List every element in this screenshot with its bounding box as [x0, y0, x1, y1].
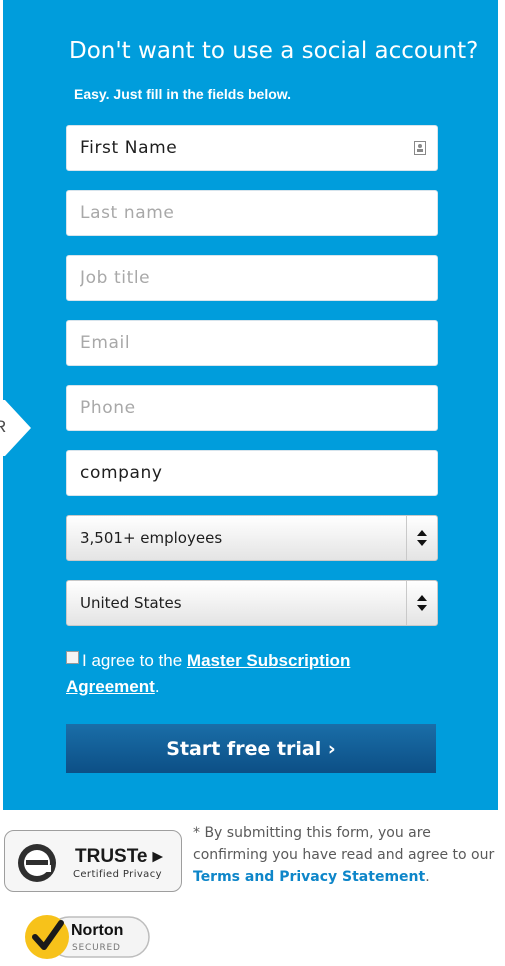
- agreement-prefix: I agree to the: [82, 651, 187, 670]
- select-arrows-icon: [406, 581, 437, 625]
- truste-badge[interactable]: TRUSTe ▸ Certified Privacy: [4, 830, 182, 892]
- form-subtitle: Easy. Just fill in the fields below.: [74, 86, 292, 102]
- start-free-trial-button[interactable]: Start free trial ›: [66, 724, 436, 773]
- terms-privacy-link[interactable]: Terms and Privacy Statement: [193, 869, 425, 885]
- truste-brand: TRUSTe ▸: [75, 846, 163, 867]
- employees-select[interactable]: 3,501+ employees: [66, 515, 438, 561]
- agreement-suffix: .: [154, 677, 160, 696]
- disclaimer-suffix: .: [425, 869, 430, 885]
- agreement-checkbox[interactable]: [66, 651, 79, 664]
- submit-disclaimer: * By submitting this form, you are confi…: [193, 822, 498, 888]
- email-field[interactable]: [66, 320, 438, 366]
- disclaimer-text: * By submitting this form, you are confi…: [193, 825, 495, 863]
- form-title: Don't want to use a social account?: [69, 38, 479, 64]
- company-field[interactable]: [66, 450, 438, 496]
- select-arrows-icon: [406, 516, 437, 560]
- contact-card-icon: [414, 141, 426, 155]
- norton-brand: Norton: [71, 922, 123, 939]
- last-name-field[interactable]: [66, 190, 438, 236]
- first-name-field[interactable]: [66, 125, 438, 171]
- truste-e-logo-icon: [18, 844, 56, 882]
- phone-field[interactable]: [66, 385, 438, 431]
- or-separator-text: R: [0, 417, 7, 436]
- job-title-field[interactable]: [66, 255, 438, 301]
- norton-secured-badge[interactable]: Norton SECURED: [21, 905, 153, 963]
- employees-select-value: 3,501+ employees: [80, 529, 223, 547]
- truste-tagline: Certified Privacy: [73, 869, 162, 880]
- agreement-row: I agree to the Master Subscription Agree…: [66, 648, 396, 700]
- country-select-value: United States: [80, 594, 182, 612]
- country-select[interactable]: United States: [66, 580, 438, 626]
- norton-tagline: SECURED: [72, 943, 121, 953]
